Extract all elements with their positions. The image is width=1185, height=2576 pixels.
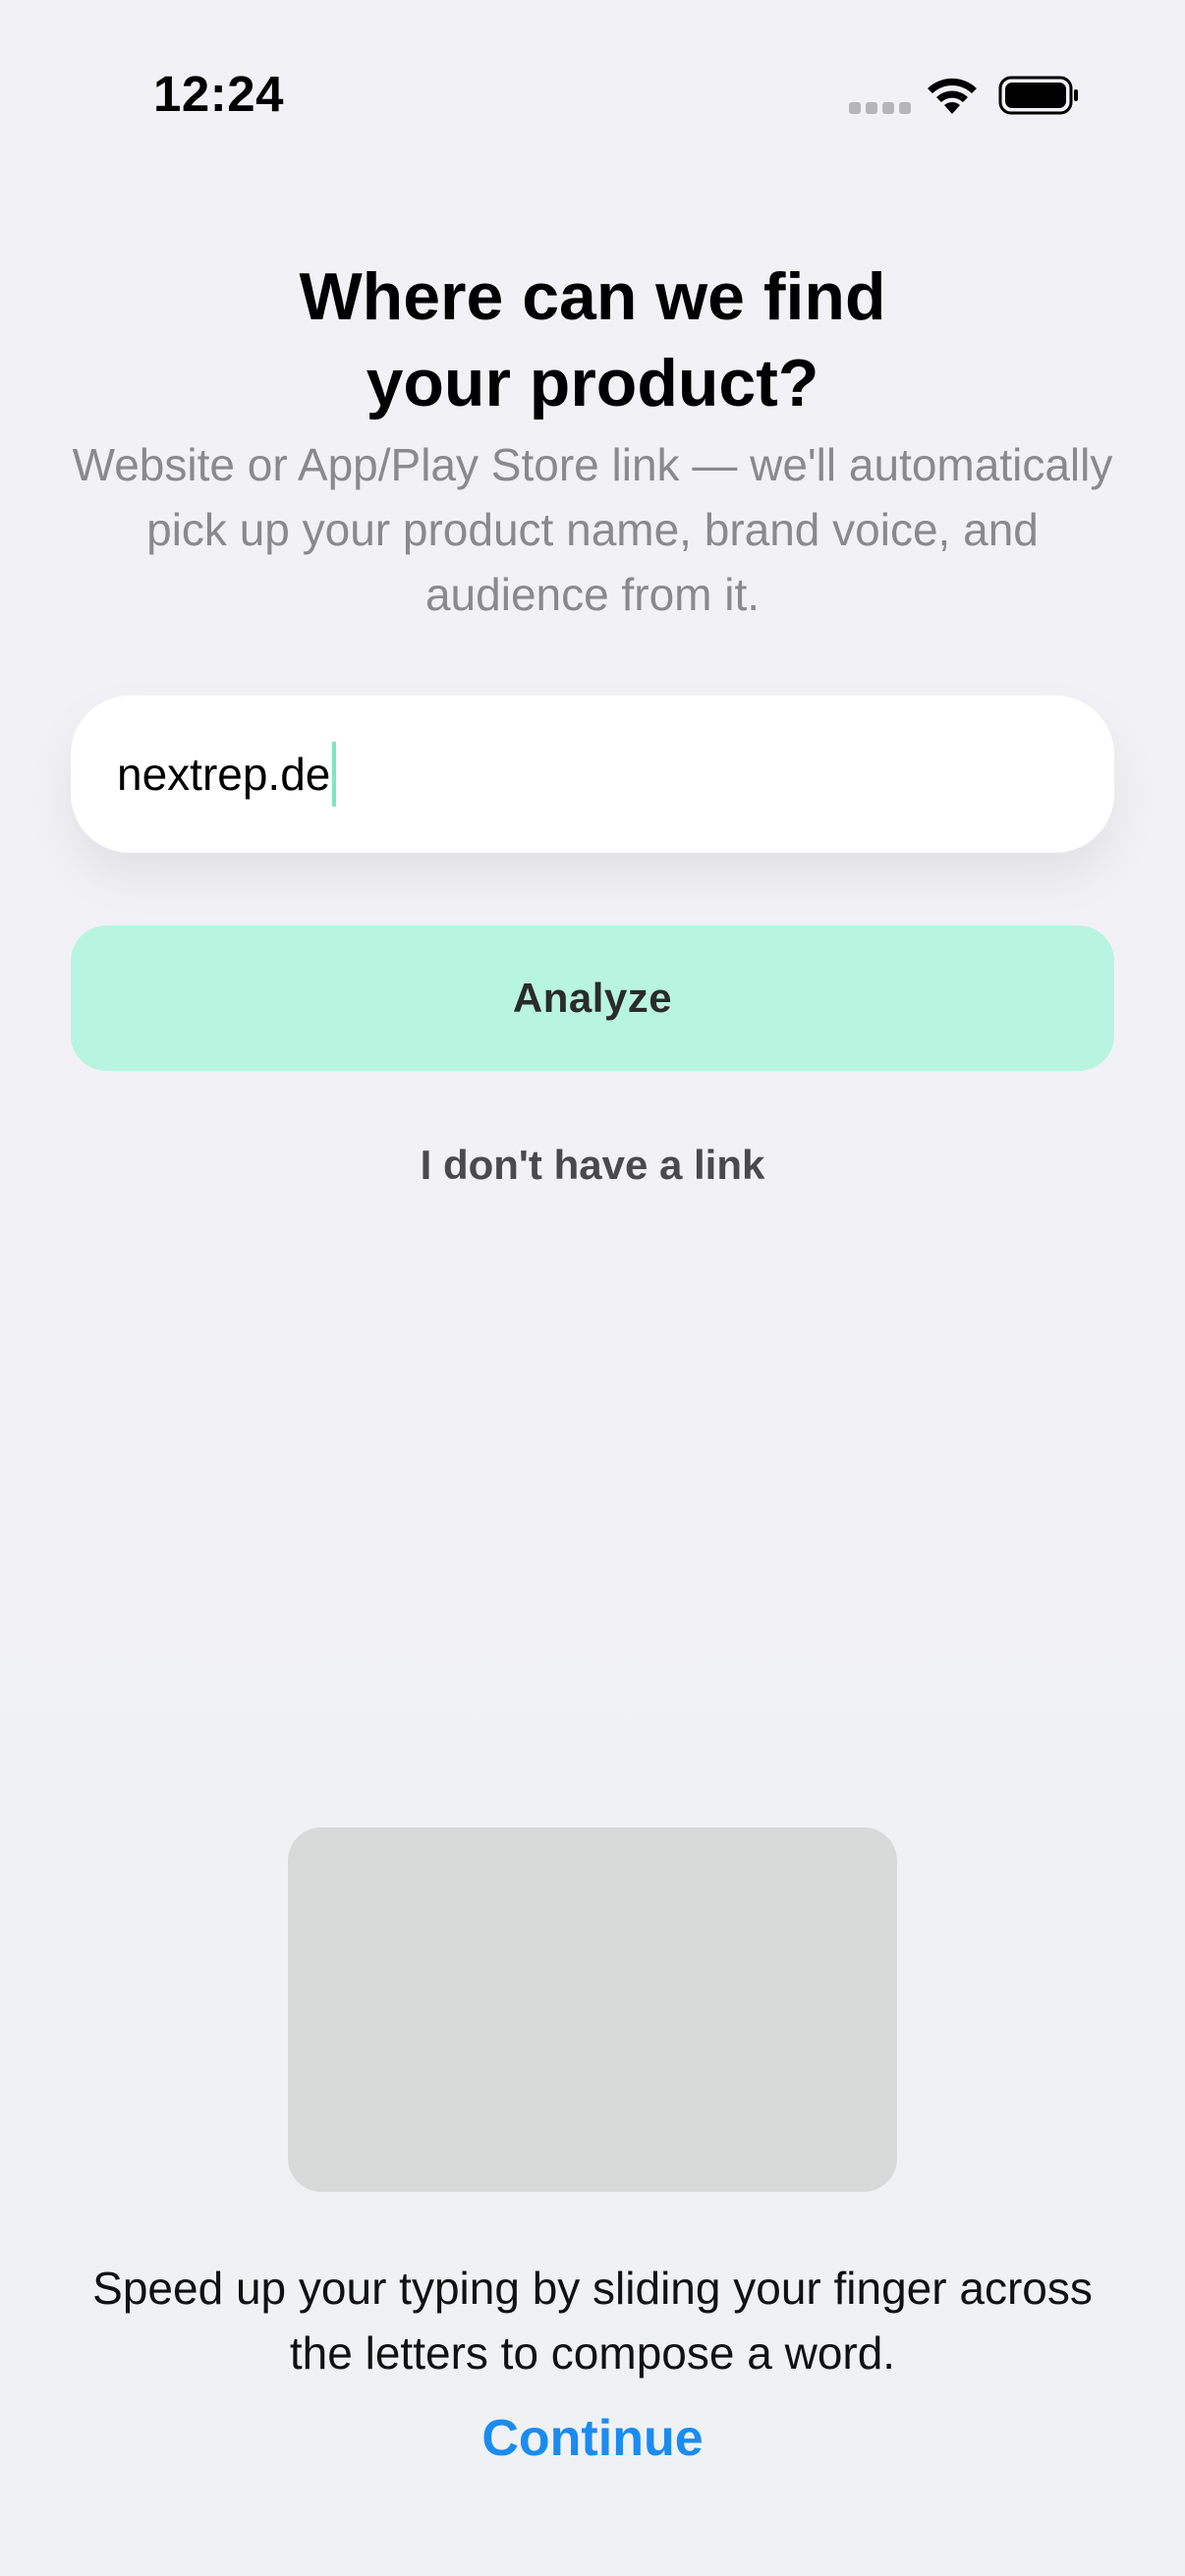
status-bar: 12:24 — [0, 0, 1185, 187]
keyboard-tip-text: Speed up your typing by sliding your fin… — [92, 2263, 1093, 2379]
product-url-input[interactable]: nextrep.de — [71, 696, 1114, 853]
wifi-icon — [928, 78, 977, 114]
no-link-button[interactable]: I don't have a link — [0, 1142, 1185, 1189]
cellular-signal-icon — [849, 102, 911, 114]
page-subtitle: Website or App/Play Store link — we'll a… — [72, 439, 1113, 620]
page-title-line2: your product? — [366, 346, 819, 420]
text-caret — [332, 742, 337, 807]
analyze-button[interactable]: Analyze — [71, 925, 1114, 1071]
status-time: 12:24 — [153, 66, 284, 122]
product-url-value: nextrep.de — [117, 749, 331, 800]
battery-icon — [998, 76, 1078, 115]
continue-button[interactable]: Continue — [0, 2409, 1185, 2468]
page-title: Where can we find your product? — [0, 253, 1185, 426]
page-title-line1: Where can we find — [299, 259, 886, 334]
keyboard-tip-animation — [288, 1827, 897, 2192]
